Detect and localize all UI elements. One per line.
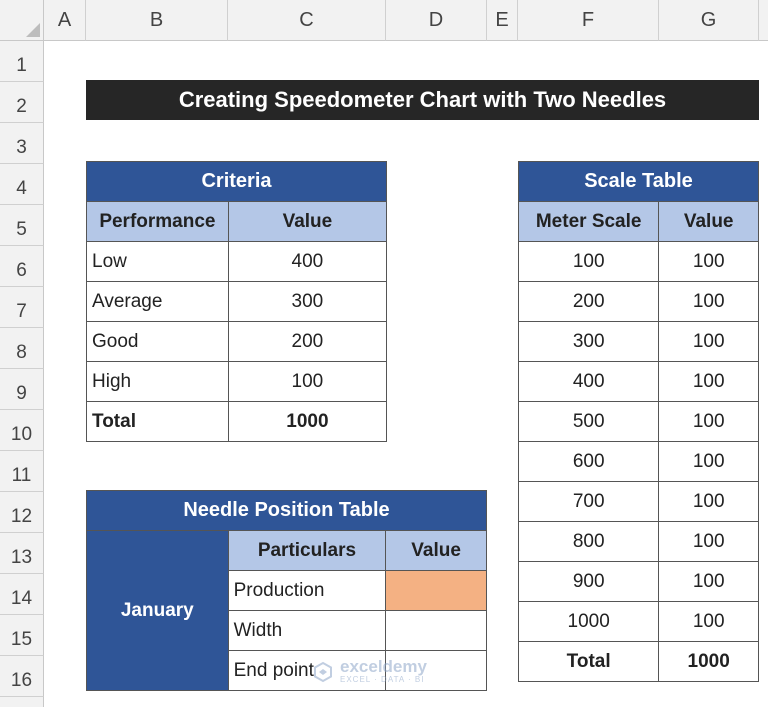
scale-value-cell[interactable]: 100 <box>658 521 759 562</box>
row-header-5[interactable]: 5 <box>0 205 44 246</box>
exceldemy-watermark: exceldemy EXCEL · DATA · BI <box>312 657 427 684</box>
scale-meter-cell[interactable]: 900 <box>517 561 660 602</box>
needle-col-particulars[interactable]: Particulars <box>227 530 387 571</box>
needle-group-january[interactable]: January <box>86 530 229 691</box>
column-header-e[interactable]: E <box>487 0 518 41</box>
column-header-a[interactable]: A <box>44 0 86 41</box>
scale-col-value[interactable]: Value <box>658 201 759 242</box>
scale-meter-cell[interactable]: 700 <box>517 481 660 522</box>
criteria-col-value[interactable]: Value <box>227 201 388 242</box>
scale-value-cell[interactable]: 100 <box>658 561 759 602</box>
column-header-f[interactable]: F <box>518 0 659 41</box>
needle-particular-cell[interactable]: Width <box>227 610 387 651</box>
needle-col-value[interactable]: Value <box>385 530 487 571</box>
scale-value-cell[interactable]: 100 <box>658 401 759 442</box>
scale-total-value[interactable]: 1000 <box>658 641 759 682</box>
scale-value-cell[interactable]: 100 <box>658 361 759 402</box>
exceldemy-logo-icon <box>314 661 332 682</box>
row-header-1[interactable]: 1 <box>0 41 44 82</box>
row-header-10[interactable]: 10 <box>0 410 44 451</box>
scale-meter-cell[interactable]: 400 <box>517 361 660 402</box>
criteria-table: Criteria Performance Value Low 400 Avera… <box>86 161 388 442</box>
scale-value-cell[interactable]: 100 <box>658 481 759 522</box>
criteria-performance-cell[interactable]: Low <box>86 241 229 282</box>
row-header-2[interactable]: 2 <box>0 82 44 123</box>
watermark-brand: exceldemy <box>340 657 427 676</box>
scale-value-cell[interactable]: 100 <box>658 441 759 482</box>
scale-total-label[interactable]: Total <box>517 641 660 682</box>
row-header-14[interactable]: 14 <box>0 574 44 615</box>
scale-meter-cell[interactable]: 800 <box>517 521 660 562</box>
column-header-d[interactable]: D <box>386 0 487 41</box>
scale-col-meter[interactable]: Meter Scale <box>517 201 660 242</box>
criteria-header[interactable]: Criteria <box>86 161 387 202</box>
select-all-corner[interactable] <box>0 0 44 41</box>
sheet-title[interactable]: Creating Speedometer Chart with Two Need… <box>86 80 759 120</box>
scale-meter-cell[interactable]: 600 <box>517 441 660 482</box>
criteria-performance-cell[interactable]: Average <box>86 281 229 322</box>
row-header-4[interactable]: 4 <box>0 164 44 205</box>
row-header-16[interactable]: 16 <box>0 656 44 697</box>
scale-header[interactable]: Scale Table <box>518 161 759 202</box>
scale-value-cell[interactable]: 100 <box>658 281 759 322</box>
scale-meter-cell[interactable]: 500 <box>517 401 660 442</box>
scale-meter-cell[interactable]: 300 <box>517 321 660 362</box>
scale-value-cell[interactable]: 100 <box>658 601 759 642</box>
spreadsheet[interactable]: A B C D E F G 1 2 3 4 5 6 7 8 9 10 11 12… <box>0 0 768 707</box>
column-header-h-partial[interactable] <box>759 0 768 41</box>
criteria-performance-cell[interactable]: High <box>86 361 229 402</box>
criteria-value-cell[interactable]: 400 <box>227 241 388 282</box>
criteria-total-value[interactable]: 1000 <box>227 401 388 442</box>
row-header-17-partial[interactable] <box>0 697 44 707</box>
scale-value-cell[interactable]: 100 <box>658 241 759 282</box>
needle-particular-cell[interactable]: Production <box>227 570 387 611</box>
column-header-b[interactable]: B <box>86 0 228 41</box>
scale-value-cell[interactable]: 100 <box>658 321 759 362</box>
criteria-total-label[interactable]: Total <box>86 401 229 442</box>
row-header-8[interactable]: 8 <box>0 328 44 369</box>
needle-width-value-cell[interactable] <box>385 610 487 651</box>
row-header-3[interactable]: 3 <box>0 123 44 164</box>
criteria-value-cell[interactable]: 300 <box>227 281 388 322</box>
criteria-value-cell[interactable]: 100 <box>227 361 388 402</box>
watermark-tagline: EXCEL · DATA · BI <box>340 675 425 684</box>
row-header-7[interactable]: 7 <box>0 287 44 328</box>
row-header-12[interactable]: 12 <box>0 492 44 533</box>
row-header-15[interactable]: 15 <box>0 615 44 656</box>
scale-meter-cell[interactable]: 200 <box>517 281 660 322</box>
column-header-c[interactable]: C <box>228 0 386 41</box>
criteria-value-cell[interactable]: 200 <box>227 321 388 362</box>
scale-meter-cell[interactable]: 100 <box>517 241 660 282</box>
row-header-13[interactable]: 13 <box>0 533 44 574</box>
row-header-11[interactable]: 11 <box>0 451 44 492</box>
needle-production-value-cell[interactable] <box>385 570 487 611</box>
column-header-g[interactable]: G <box>659 0 759 41</box>
scale-meter-cell[interactable]: 1000 <box>517 601 660 642</box>
select-all-triangle-icon <box>26 23 40 37</box>
row-header-6[interactable]: 6 <box>0 246 44 287</box>
scale-table: Scale Table Meter Scale Value 100 100 200… <box>517 161 759 682</box>
needle-header[interactable]: Needle Position Table <box>86 490 487 531</box>
criteria-col-performance[interactable]: Performance <box>86 201 229 242</box>
row-header-9[interactable]: 9 <box>0 369 44 410</box>
criteria-performance-cell[interactable]: Good <box>86 321 229 362</box>
